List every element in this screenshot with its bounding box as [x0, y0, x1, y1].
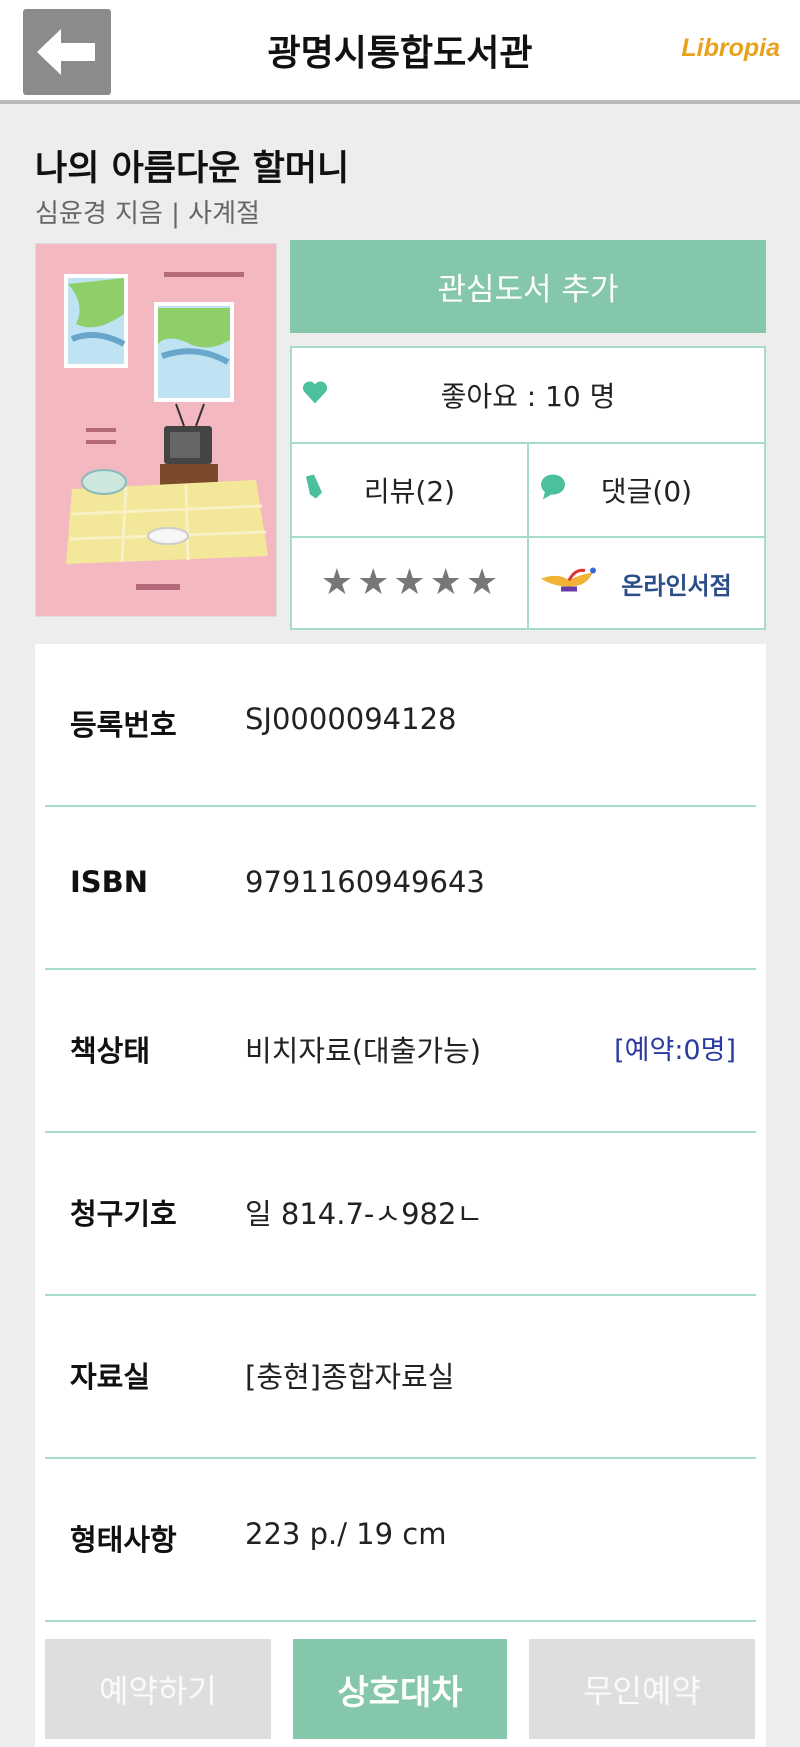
reserve-button[interactable]: 예약하기 — [45, 1639, 271, 1739]
speech-bubble-icon — [539, 474, 567, 507]
app-header: 광명시통합도서관 Libropia — [0, 0, 800, 104]
reviews-cell[interactable]: 리뷰(2) — [292, 444, 527, 536]
detail-row: 청구기호 일 814.7-ㅅ982ㄴ — [45, 1133, 756, 1296]
detail-row: 자료실 [충현]종합자료실 — [45, 1296, 756, 1459]
star-icon: ★ — [320, 562, 354, 603]
star-icon: ★ — [393, 562, 426, 603]
rating-stars: ★ ★ ★ ★ ★ — [321, 565, 498, 601]
online-store-cell[interactable]: 온라인서점 — [529, 538, 764, 628]
book-author-publisher: 심윤경 지음 | 사계절 — [35, 199, 260, 229]
genie-lamp-icon — [539, 565, 599, 602]
detail-value: SJ0000094128 — [245, 702, 457, 736]
detail-label: ISBN — [70, 865, 149, 899]
detail-value: 9791160949643 — [245, 865, 485, 899]
app-title: 광명시통합도서관 — [267, 33, 533, 74]
reviews-label: 리뷰(2) — [363, 475, 456, 508]
book-title: 나의 아름다운 할머니 — [35, 149, 350, 189]
detail-value: [충현]종합자료실 — [245, 1360, 455, 1394]
detail-label: 청구기호 — [70, 1197, 177, 1231]
detail-label: 등록번호 — [70, 708, 177, 742]
likes-count: 좋아요 : 10 명 — [440, 380, 616, 413]
comments-cell[interactable]: 댓글(0) — [529, 444, 764, 536]
detail-value: 223 p./ 19 cm — [245, 1517, 447, 1551]
interlibrary-loan-button[interactable]: 상호대차 — [293, 1639, 507, 1739]
reservation-count-link[interactable]: [예약:0명] — [614, 1028, 736, 1067]
detail-label: 형태사항 — [70, 1523, 177, 1557]
star-icon: ★ — [465, 562, 499, 603]
detail-value: 비치자료(대출가능) — [245, 1034, 482, 1068]
online-store-link[interactable]: 온라인서점 — [621, 566, 731, 601]
detail-row: 형태사항 223 p./ 19 cm — [45, 1459, 756, 1622]
star-icon: ★ — [357, 562, 390, 603]
brand-logo: Libropia — [681, 34, 780, 62]
pencil-icon — [302, 473, 326, 508]
detail-label: 자료실 — [70, 1360, 151, 1394]
heart-icon — [302, 379, 328, 412]
detail-row: 책상태 비치자료(대출가능) [예약:0명] — [45, 970, 756, 1133]
rating-cell[interactable]: ★ ★ ★ ★ ★ — [292, 538, 527, 628]
book-details-card: 등록번호 SJ0000094128 ISBN 9791160949643 책상태 비치자료… — [35, 644, 766, 1747]
book-cover-image — [35, 243, 277, 617]
unmanned-reserve-button[interactable]: 무인예약 — [529, 1639, 755, 1739]
detail-label: 책상태 — [70, 1034, 151, 1068]
comments-label: 댓글(0) — [600, 475, 693, 508]
book-actions-grid: 좋아요 : 10 명 리뷰(2) 댓글(0) ★ ★ ★ ★ ★ 온라인서점 — [290, 346, 766, 630]
star-icon: ★ — [429, 562, 462, 603]
add-favorite-button[interactable]: 관심도서 추가 — [290, 240, 766, 333]
likes-cell[interactable]: 좋아요 : 10 명 — [292, 348, 764, 442]
detail-value: 일 814.7-ㅅ982ㄴ — [245, 1197, 484, 1231]
detail-row: ISBN 9791160949643 — [45, 807, 756, 970]
detail-row: 등록번호 SJ0000094128 — [45, 644, 756, 807]
